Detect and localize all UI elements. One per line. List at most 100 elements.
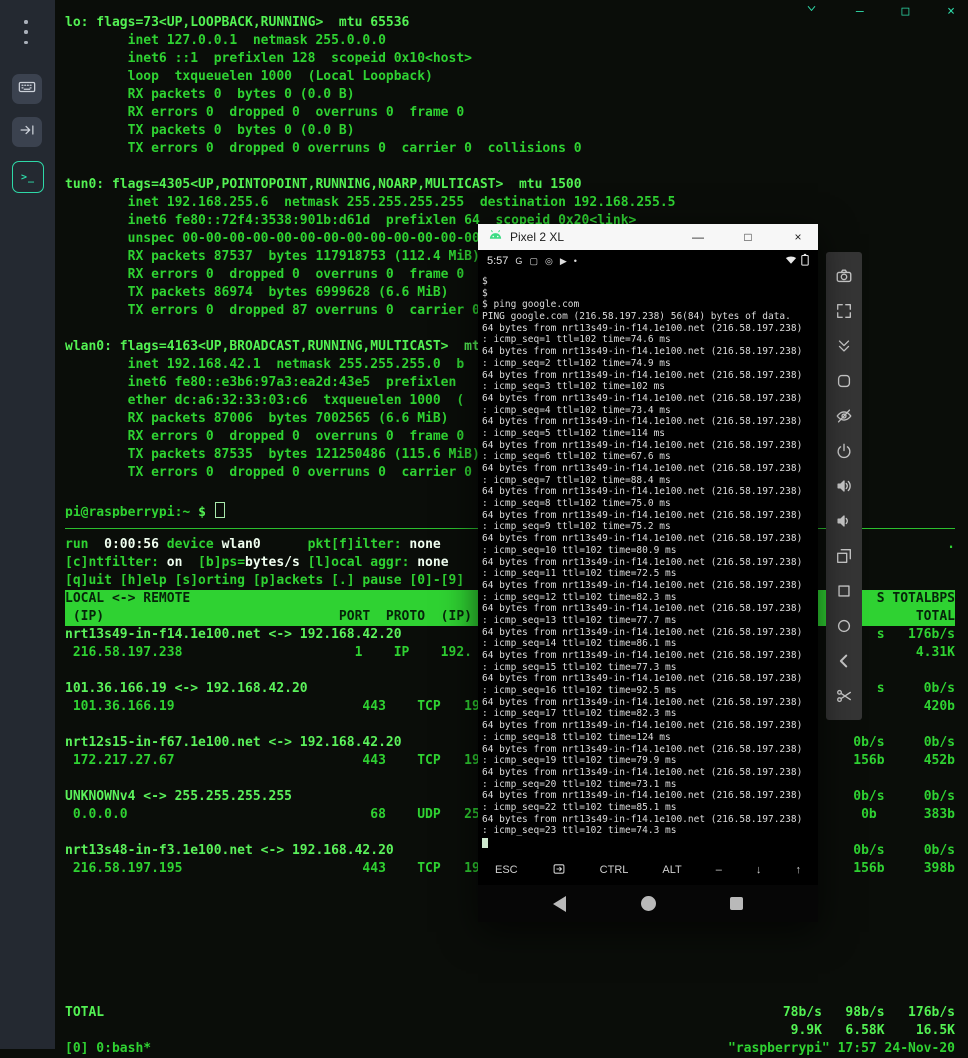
phone-terminal-line: : icmp_seq=11 ttl=102 time=72.5 ms — [482, 568, 677, 580]
phone-terminal-cursor — [482, 838, 488, 848]
overlapping-windows-icon[interactable] — [833, 545, 855, 567]
phone-screen[interactable]: 5:57 G ▢ ◎ ▶ • $ $ $ ping google.com PING googl… — [478, 250, 818, 922]
phone-terminal-line: $ ping google.com — [482, 299, 580, 311]
phone-terminal-line: 64 bytes from nrt13s49-in-f14.1e100.net … — [482, 346, 803, 358]
double-chevron-down-icon[interactable] — [833, 335, 855, 357]
phone-minimize-button[interactable]: — — [688, 230, 708, 244]
send-button[interactable] — [12, 117, 42, 147]
phone-terminal-line: 64 bytes from nrt13s49-in-f14.1e100.net … — [482, 813, 803, 825]
phone-terminal-line: 64 bytes from nrt13s49-in-f14.1e100.net … — [482, 696, 803, 708]
tab-key-icon[interactable] — [552, 862, 566, 879]
fullscreen-icon[interactable] — [833, 300, 855, 322]
notification-icon: ◎ — [544, 255, 553, 266]
notification-icon: ▶ — [559, 255, 567, 266]
phone-terminal-line: : icmp_seq=15 ttl=102 time=77.3 ms — [482, 661, 677, 673]
back-chevron-icon[interactable] — [833, 650, 855, 672]
phone-terminal-line: 64 bytes from nrt13s49-in-f14.1e100.net … — [482, 486, 803, 498]
terminal-line: tun0: flags=4305<UP,POINTOPOINT,RUNNING,… — [65, 177, 582, 192]
phone-terminal-line: 64 bytes from nrt13s49-in-f14.1e100.net … — [482, 673, 803, 685]
phone-terminal-line: 64 bytes from nrt13s49-in-f14.1e100.net … — [482, 463, 803, 474]
phone-maximize-button[interactable]: □ — [738, 230, 758, 244]
recents-square-icon[interactable] — [833, 580, 855, 602]
back-icon[interactable] — [552, 895, 566, 912]
phone-terminal-line: : icmp_seq=16 ttl=102 time=92.5 ms — [482, 685, 677, 697]
terminal-line: loop txqueuelen 1000 (Local Loopback) — [65, 69, 433, 84]
phone-terminal-line: 64 bytes from nrt13s49-in-f14.1e100.net … — [482, 603, 803, 615]
phone-terminal-line: : icmp_seq=13 ttl=102 time=77.7 ms — [482, 614, 677, 626]
phone-terminal-line: : icmp_seq=8 ttl=102 time=75.0 ms — [482, 498, 671, 510]
send-arrow-icon — [18, 121, 36, 143]
phone-terminal-line: 64 bytes from nrt13s49-in-f14.1e100.net … — [482, 416, 803, 428]
chevron-down-icon[interactable] — [805, 2, 818, 22]
phone-terminal-line: : icmp_seq=4 ttl=102 time=73.4 ms — [482, 404, 671, 416]
notification-icon: ▢ — [529, 255, 538, 266]
phone-terminal-line: : icmp_seq=18 ttl=102 time=124 ms — [482, 731, 671, 743]
recents-icon[interactable] — [730, 897, 744, 910]
phone-terminal-line: : icmp_seq=7 ttl=102 time=88.4 ms — [482, 474, 671, 486]
phone-close-button[interactable]: × — [788, 230, 808, 244]
phone-terminal-line: : icmp_seq=14 ttl=102 time=86.1 ms — [482, 638, 677, 650]
phone-terminal-line: : icmp_seq=19 ttl=102 time=79.9 ms — [482, 755, 677, 767]
phone-terminal-line: 64 bytes from nrt13s49-in-f14.1e100.net … — [482, 439, 803, 451]
notification-icon: G — [515, 255, 523, 266]
phone-nav-bar — [478, 885, 818, 922]
home-icon[interactable] — [640, 896, 656, 911]
phone-extra-keys-row: ESC CTRL ALT – ↓ ↑ — [478, 855, 818, 885]
terminal-button[interactable]: >_ — [12, 161, 44, 193]
phone-terminal-line: 64 bytes from nrt13s49-in-f14.1e100.net … — [482, 720, 803, 732]
battery-icon — [801, 253, 809, 269]
ctrl-key[interactable]: CTRL — [600, 864, 629, 876]
phone-terminal-line: 64 bytes from nrt13s49-in-f14.1e100.net … — [482, 743, 803, 755]
wifi-icon — [785, 254, 797, 268]
phone-terminal-output[interactable]: $ $ $ ping google.com PING google.com (216.… — [482, 276, 816, 849]
esc-key[interactable]: ESC — [495, 864, 518, 876]
mirror-tool-strip — [826, 252, 862, 720]
maximize-button[interactable]: □ — [901, 2, 909, 22]
terminal-line: inet 192.168.255.6 netmask 255.255.255.2… — [65, 195, 676, 210]
volume-up-icon[interactable] — [833, 475, 855, 497]
rounded-square-icon[interactable] — [833, 370, 855, 392]
arrow-down-key[interactable]: ↓ — [756, 864, 762, 876]
terminal-line: TX errors 0 dropped 0 overruns 0 carrier… — [65, 141, 582, 156]
kebab-menu-icon[interactable] — [20, 20, 32, 44]
phone-terminal-line: : icmp_seq=17 ttl=102 time=82.3 ms — [482, 708, 677, 720]
arrow-up-key[interactable]: ↑ — [795, 864, 801, 876]
terminal-line: TX packets 0 bytes 0 (0.0 B) — [65, 123, 355, 138]
phone-terminal-line: : icmp_seq=3 ttl=102 time=102 ms — [482, 381, 666, 393]
phone-terminal-line: PING google.com (216.58.197.238) 56(84) … — [482, 311, 791, 323]
dash-key[interactable]: – — [716, 864, 722, 876]
camera-icon[interactable] — [833, 265, 855, 287]
phone-terminal-line: 64 bytes from nrt13s49-in-f14.1e100.net … — [482, 579, 803, 591]
phone-terminal-line: 64 bytes from nrt13s49-in-f14.1e100.net … — [482, 766, 803, 778]
phone-notification-icons: G ▢ ◎ ▶ • — [515, 256, 576, 267]
terminal-line: RX errors 0 dropped 0 overruns 0 frame 0 — [65, 105, 465, 120]
eye-off-icon[interactable] — [833, 405, 855, 427]
phone-terminal-line: : icmp_seq=1 ttl=102 time=74.6 ms — [482, 334, 671, 346]
phone-terminal-line: 64 bytes from nrt13s49-in-f14.1e100.net … — [482, 626, 803, 638]
phone-terminal-line: : icmp_seq=5 ttl=102 time=114 ms — [482, 427, 666, 439]
phone-window-controls: — □ × — [688, 230, 808, 244]
home-circle-icon[interactable] — [833, 615, 855, 637]
keyboard-button[interactable] — [12, 74, 42, 104]
terminal-icon: >_ — [20, 171, 36, 183]
notification-icon: • — [573, 255, 577, 266]
minimize-button[interactable]: — — [856, 2, 864, 22]
window-controls: — □ × — [805, 2, 955, 22]
phone-clock: 5:57 — [487, 255, 509, 267]
power-icon[interactable] — [833, 440, 855, 462]
jnettop-total-row: TOTAL 78b/s 98b/s 176b/s — [65, 1005, 955, 1020]
phone-title-bar[interactable]: Pixel 2 XL — □ × — [478, 224, 818, 250]
phone-terminal-line: : icmp_seq=22 ttl=102 time=85.1 ms — [482, 801, 677, 813]
volume-down-icon[interactable] — [833, 510, 855, 532]
tmux-status-bar: [0] 0:bash* "raspberrypi" 17:57 24-Nov-2… — [65, 1041, 955, 1056]
phone-terminal-line: 64 bytes from nrt13s49-in-f14.1e100.net … — [482, 556, 803, 568]
jnettop-total-row2: 9.9K 6.58K 16.5K — [790, 1023, 955, 1038]
alt-key[interactable]: ALT — [662, 864, 681, 876]
scissors-icon[interactable] — [833, 685, 855, 707]
phone-window-title: Pixel 2 XL — [510, 230, 565, 244]
close-button[interactable]: × — [947, 2, 955, 22]
terminal-line: inet6 ::1 prefixlen 128 scopeid 0x10<hos… — [65, 51, 472, 66]
terminal-cursor — [214, 502, 225, 518]
phone-status-bar: 5:57 G ▢ ◎ ▶ • — [478, 250, 818, 272]
